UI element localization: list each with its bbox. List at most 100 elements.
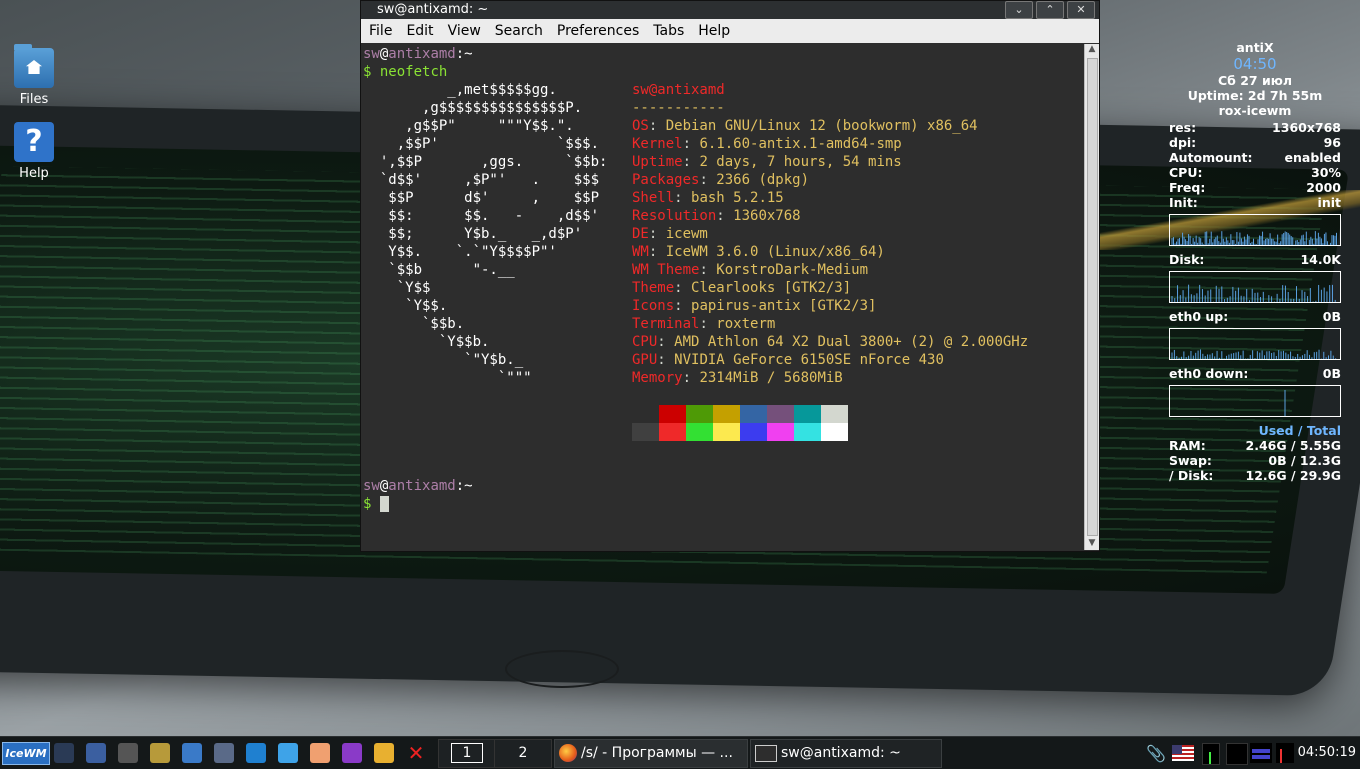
neofetch-separator: ----------- (632, 100, 725, 116)
text-cursor (380, 496, 389, 512)
start-menu-button[interactable]: IceWM (2, 742, 50, 765)
menu-file[interactable]: File (363, 19, 398, 43)
safari-compass-icon[interactable] (182, 743, 202, 763)
wallpaper-tablet-button (505, 650, 619, 688)
minimize-button[interactable]: ⌄ (1005, 1, 1033, 19)
logo-line: ',$$P ,ggs. `$$b: (363, 154, 608, 170)
logo-line: `$$b. (363, 316, 465, 332)
task-firefox[interactable]: /s/ - Программы — ... (554, 739, 748, 768)
menu-tabs[interactable]: Tabs (647, 19, 690, 43)
window-titlebar[interactable]: sw@antixamd: ~ ⌄ ⌃ ✕ (361, 1, 1099, 19)
color-swatch (632, 405, 659, 423)
conky-title: antiX (1236, 40, 1274, 55)
info-line: Theme: Clearlooks [GTK2/3] (632, 280, 852, 296)
firefox-icon (559, 744, 577, 762)
stat-row: CPU: 30% (1169, 165, 1341, 180)
scrollbar[interactable]: ▲ ▼ (1084, 44, 1099, 550)
command-line: $ neofetch (363, 64, 448, 80)
taskbar-clock[interactable]: 04:50:19 (1298, 737, 1356, 769)
info-line: Icons: papirus-antix [GTK2/3] (632, 298, 877, 314)
info-line: Packages: 2366 (dpkg) (632, 172, 810, 188)
desktop-icon-label: Help (19, 166, 49, 181)
menu-bar: File Edit View Search Preferences Tabs Help (361, 19, 1099, 43)
memory-row: / Disk: 12.6G / 29.9G (1169, 468, 1341, 483)
stat-row: Init: init (1169, 195, 1341, 210)
maximize-button[interactable]: ⌃ (1036, 1, 1064, 19)
logo-line: `""" (363, 370, 532, 386)
file-manager-icon[interactable] (150, 743, 170, 763)
scroll-down-icon[interactable]: ▼ (1085, 538, 1099, 550)
terminal-output[interactable]: sw@antixamd:~ $ neofetch _,met$$$$$gg. ,… (361, 44, 1083, 550)
network-icon[interactable] (246, 743, 266, 763)
neofetch-user-host: sw@antixamd (632, 82, 725, 98)
conky-time: 04:50 (1233, 55, 1277, 73)
info-line: Uptime: 2 days, 7 hours, 54 mins (632, 154, 902, 170)
logo-line: `Y$$ (363, 280, 431, 296)
scroll-up-icon[interactable]: ▲ (1085, 44, 1099, 56)
desktop-icon-help[interactable]: ? Help (8, 122, 60, 181)
media-player-icon[interactable] (342, 743, 362, 763)
eth-down-value: 0B (1322, 366, 1341, 381)
close-button[interactable]: ✕ (1067, 1, 1095, 19)
window-title: sw@antixamd: ~ (377, 2, 489, 17)
logo-line: `$$b "-.__ (363, 262, 515, 278)
prompt-line: sw@antixamd:~ (363, 46, 473, 62)
conky-uptime: Uptime: 2d 7h 55m (1187, 88, 1323, 103)
color-swatch (821, 423, 848, 441)
input-line[interactable]: $ (363, 495, 371, 513)
weather-icon[interactable] (278, 743, 298, 763)
memory-tray-icon (1276, 743, 1294, 763)
disk-graph (1169, 271, 1341, 303)
menu-preferences[interactable]: Preferences (551, 19, 645, 43)
info-line: CPU: AMD Athlon 64 X2 Dual 3800+ (2) @ 2… (632, 334, 1029, 350)
menu-view[interactable]: View (442, 19, 487, 43)
color-swatch (794, 405, 821, 423)
menu-search[interactable]: Search (489, 19, 549, 43)
terminal-icon[interactable] (118, 743, 138, 763)
keyboard-layout-flag-icon[interactable] (1172, 745, 1194, 761)
peach-icon[interactable] (310, 743, 330, 763)
prompt-line: sw@antixamd:~ (363, 478, 473, 494)
color-swatch (686, 405, 713, 423)
scrollbar-thumb[interactable] (1087, 58, 1098, 536)
workspace-2-button[interactable]: 2 (494, 739, 552, 768)
task-terminal[interactable]: sw@antixamd: ~ (750, 739, 942, 768)
cpu-graph (1169, 214, 1341, 246)
workspace-1-button[interactable]: 1 (438, 739, 496, 768)
close-x-icon[interactable]: ✕ (406, 743, 426, 763)
terminal-window[interactable]: sw@antixamd: ~ ⌄ ⌃ ✕ File Edit View Search P… (360, 0, 1100, 552)
stat-row: dpi: 96 (1169, 135, 1341, 150)
menu-help[interactable]: Help (692, 19, 736, 43)
info-line: Terminal: roxterm (632, 316, 776, 332)
color-swatch (713, 423, 740, 441)
image-viewer-icon[interactable] (214, 743, 234, 763)
paperclip-icon[interactable]: 📎 (1146, 744, 1166, 763)
window-list-icon[interactable] (86, 743, 106, 763)
desktop-icon-label: Files (19, 92, 49, 107)
network-tray-icon[interactable] (1250, 743, 1272, 763)
info-line: OS: Debian GNU/Linux 12 (bookworm) x86_6… (632, 118, 978, 134)
help-icon: ? (14, 122, 54, 162)
info-line: Kernel: 6.1.60-antix.1-amd64-smp (632, 136, 902, 152)
color-swatch (632, 423, 659, 441)
memory-row: Swap: 0B / 12.3G (1169, 453, 1341, 468)
conky-memory: RAM: 2.46G / 5.55G Swap: 0B / 12.3G / Disk: 1… (1169, 438, 1341, 483)
info-line: DE: icewm (632, 226, 708, 242)
logo-line: ,g$$$$$$$$$$$$$$$P. (363, 100, 583, 116)
logo-line: ,$$P' `$$$. (363, 136, 600, 152)
desktop-icon-files[interactable]: Files (8, 44, 60, 107)
logo-line: _,met$$$$$gg. (363, 82, 557, 98)
menu-edit[interactable]: Edit (400, 19, 439, 43)
color-swatch (659, 405, 686, 423)
folder-icon (14, 44, 54, 88)
conky-date: Сб 27 июл (1217, 73, 1293, 88)
info-line: Memory: 2314MiB / 5680MiB (632, 370, 843, 386)
show-desktop-icon[interactable] (54, 743, 74, 763)
disk-value: 14.0K (1300, 252, 1341, 267)
color-swatch (659, 423, 686, 441)
conky-wm: rox-icewm (1218, 103, 1292, 118)
info-line: WM Theme: KorstroDark-Medium (632, 262, 869, 278)
taskbar: IceWM ✕ 1 2 /s/ - Программы — ... sw@ant… (0, 736, 1360, 769)
hand-icon[interactable] (374, 743, 394, 763)
info-line: GPU: NVIDIA GeForce 6150SE nForce 430 (632, 352, 944, 368)
